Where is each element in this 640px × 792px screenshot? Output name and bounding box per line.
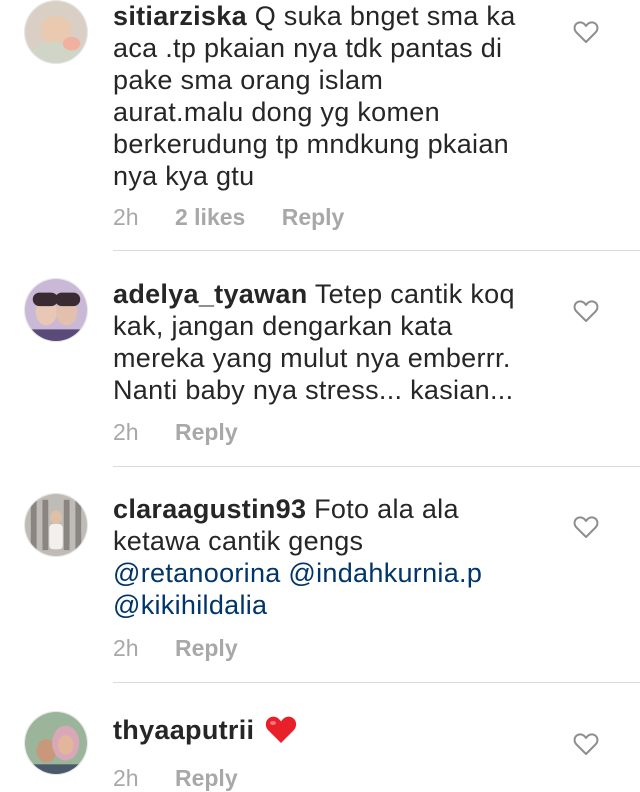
comment-time: 2h [113, 765, 139, 791]
comment-meta: 2h 2 likes Reply [113, 204, 374, 231]
avatar-image [25, 1, 87, 63]
comment-text: claraagustin93 Foto ala ala ketawa canti… [113, 493, 543, 621]
reply-button[interactable]: Reply [175, 765, 238, 791]
comment-meta: 2h Reply [113, 635, 268, 662]
avatar[interactable] [24, 711, 88, 775]
avatar-image [25, 279, 87, 341]
avatar[interactable] [24, 493, 88, 557]
comment-time: 2h [113, 204, 139, 230]
comment-username[interactable]: claraagustin93 [113, 494, 306, 524]
comment-username[interactable]: adelya_tyawan [113, 279, 308, 309]
comment-username[interactable]: sitiarziska [113, 1, 247, 31]
comment-username[interactable]: thyaaputrii [113, 715, 254, 745]
mention-link[interactable]: @retanoorina [113, 558, 281, 588]
separator [113, 682, 640, 683]
separator [113, 250, 640, 251]
comment-line: mereka yang mulut nya emberrr. [113, 343, 511, 373]
comment-line: Tetep cantik koq [314, 279, 515, 309]
mention-link[interactable]: @indahkurnia.p [288, 558, 482, 588]
comment-likes[interactable]: 2 likes [175, 204, 245, 230]
heart-outline-icon[interactable] [573, 515, 599, 539]
comment-time: 2h [113, 635, 139, 661]
comment-line: Foto ala ala [314, 494, 459, 524]
avatar-image [25, 494, 87, 556]
avatar[interactable] [24, 278, 88, 342]
comment-text: adelya_tyawan Tetep cantik koq kak, jang… [113, 278, 543, 406]
comment-line: kak, jangan dengarkan kata [113, 311, 453, 341]
comment-text: thyaaputrii [113, 713, 543, 746]
comment-line: pake sma orang islam [113, 65, 384, 95]
heart-outline-icon[interactable] [573, 299, 599, 323]
avatar[interactable] [24, 0, 88, 64]
comment-meta: 2h Reply [113, 419, 268, 446]
heart-outline-icon[interactable] [573, 20, 599, 44]
comment-time: 2h [113, 419, 139, 445]
comment-line: Q suka bnget sma ka [254, 1, 516, 31]
reply-button[interactable]: Reply [282, 204, 345, 230]
avatar-image [25, 712, 87, 774]
comment-line: aurat.malu dong yg komen [113, 97, 440, 127]
comment-meta: 2h Reply [113, 765, 268, 792]
comment-line: berkerudung tp mndkung pkaian [113, 129, 509, 159]
comment-line: ketawa cantik gengs [113, 526, 364, 556]
comment-line: aca .tp pkaian nya tdk pantas di [113, 33, 503, 63]
reply-button[interactable]: Reply [175, 419, 238, 445]
reply-button[interactable]: Reply [175, 635, 238, 661]
comment-line: nya kya gtu [113, 161, 255, 191]
separator [113, 466, 640, 467]
heart-outline-icon[interactable] [573, 732, 599, 756]
comment-line: Nanti baby nya stress... kasian... [113, 375, 514, 405]
red-heart-emoji [266, 716, 297, 743]
comment-text: sitiarziska Q suka bnget sma ka aca .tp … [113, 0, 543, 192]
mention-link[interactable]: @kikihildalia [113, 590, 267, 620]
